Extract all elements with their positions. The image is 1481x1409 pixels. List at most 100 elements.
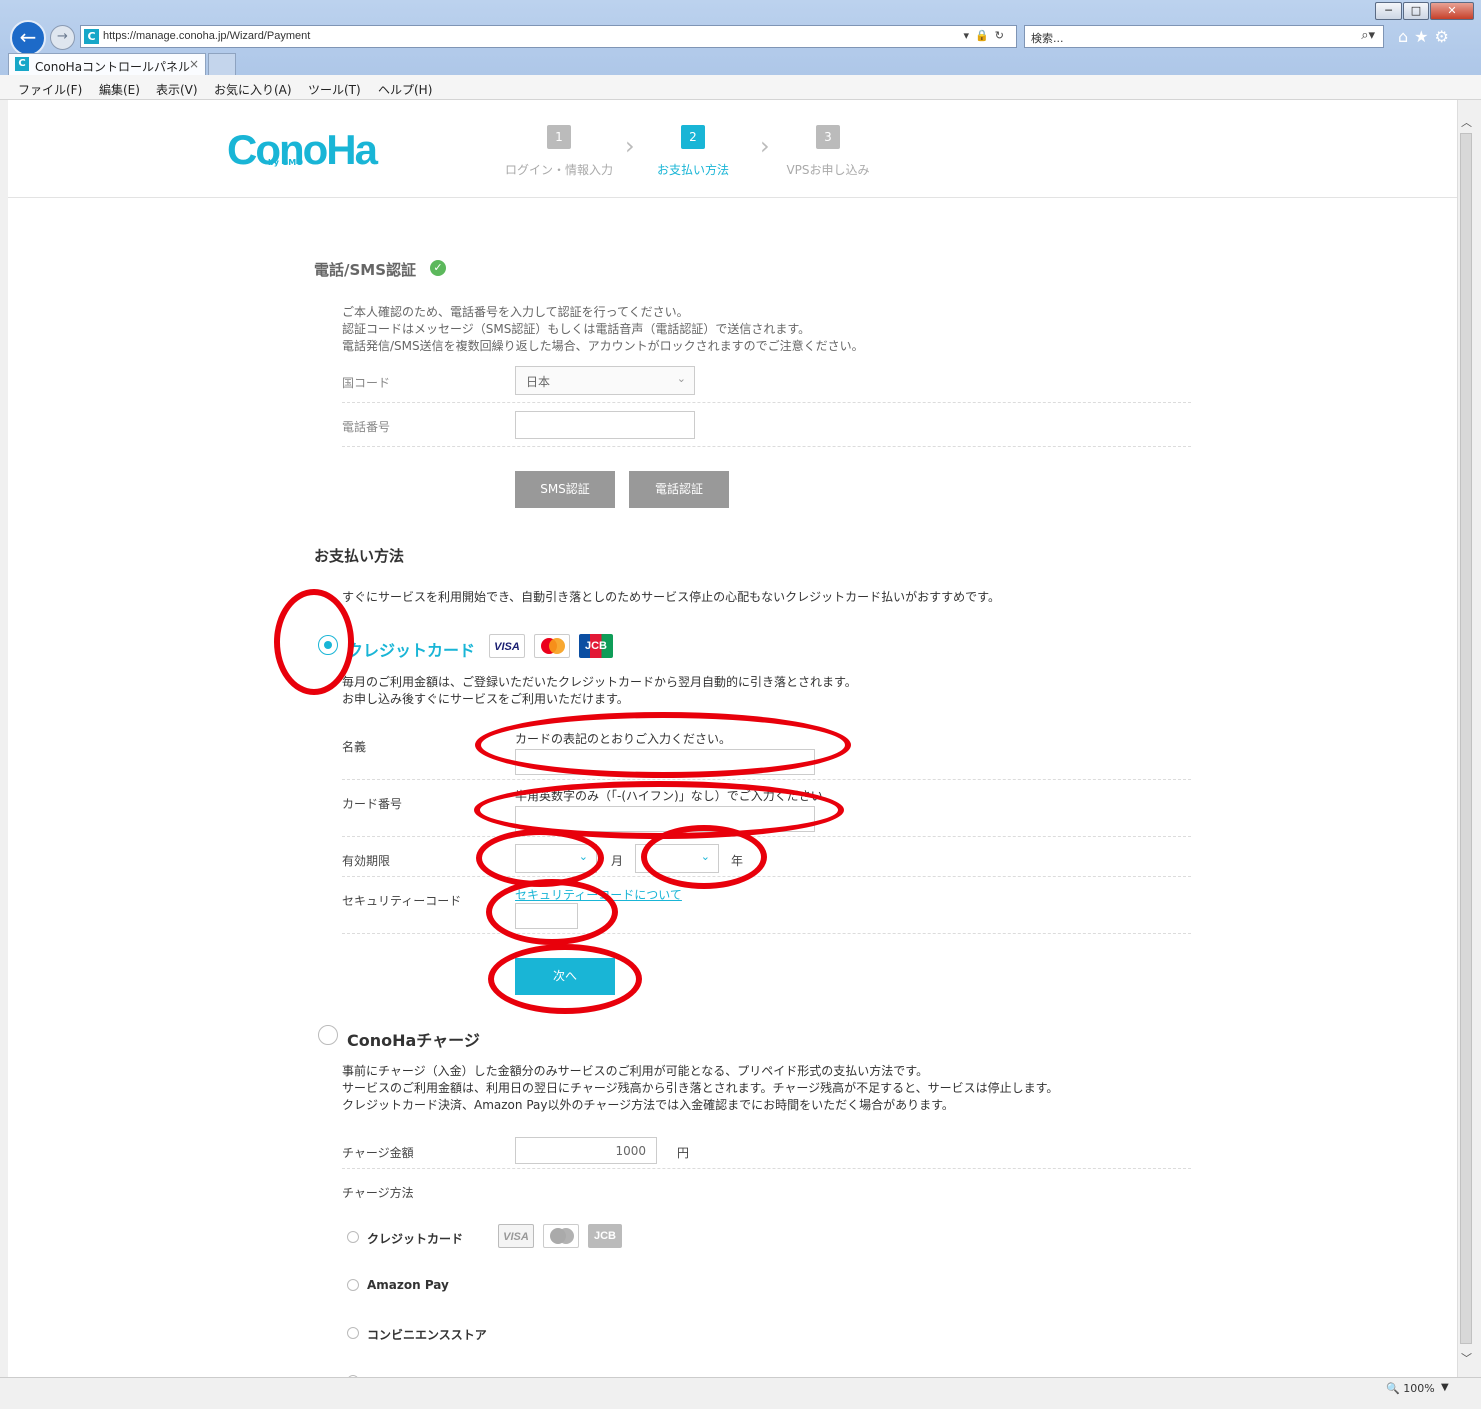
- step-2-label: お支払い方法: [656, 163, 729, 177]
- arrow-right-icon: →: [57, 29, 68, 44]
- month-unit: 月: [611, 854, 624, 868]
- annotation-ring: [476, 829, 604, 887]
- menu-edit[interactable]: 編集(E): [99, 81, 140, 98]
- minimize-button[interactable]: ─: [1375, 2, 1402, 20]
- step-3-label: VPSお申し込み: [786, 163, 870, 177]
- step-3-number: 3: [816, 125, 840, 149]
- visa-icon: VISA: [489, 634, 525, 658]
- logo-sub: by GMO: [268, 158, 304, 167]
- step-1-label: ログイン・情報入力: [504, 163, 613, 177]
- search-box[interactable]: 検索... ⌕▾: [1024, 25, 1384, 48]
- phone-auth-desc-3: 電話発信/SMS送信を複数回繰り返した場合、アカウントがロックされますのでご注意…: [342, 339, 864, 353]
- annotation-ring: [486, 879, 618, 945]
- annotation-ring: [475, 712, 851, 778]
- dropdown-icon[interactable]: ▾: [964, 29, 976, 42]
- scroll-down-icon[interactable]: ﹀: [1461, 1350, 1472, 1366]
- credit-desc-2: お申し込み後すぐにサービスをご利用いただけます。: [342, 692, 629, 706]
- mastercard-icon: [543, 1224, 579, 1248]
- url-text[interactable]: https://manage.conoha.jp/Wizard/Payment: [103, 30, 310, 42]
- gear-icon[interactable]: ⚙: [1435, 27, 1455, 46]
- charge-method-credit-label[interactable]: クレジットカード: [367, 1230, 463, 1247]
- forward-button[interactable]: →: [50, 25, 75, 50]
- zoom-icon: 🔍: [1386, 1382, 1400, 1395]
- phone-number-input[interactable]: [515, 411, 695, 439]
- country-code-select[interactable]: 日本 ⌄: [515, 366, 695, 395]
- arrow-left-icon: ←: [19, 25, 37, 49]
- search-input[interactable]: 検索...: [1031, 30, 1064, 46]
- divider: [342, 1168, 1191, 1169]
- vertical-scrollbar[interactable]: ︿ ﹀: [1457, 100, 1474, 1377]
- step-2-number: 2: [681, 125, 705, 149]
- charge-method-amazon-label[interactable]: Amazon Pay: [367, 1278, 449, 1292]
- charge-amount-value: 1000: [615, 1144, 646, 1158]
- zoom-value: 100%: [1403, 1382, 1435, 1395]
- back-button[interactable]: ←: [10, 20, 46, 56]
- address-bar-icons[interactable]: ▾🔒↻: [964, 29, 1010, 42]
- menu-tools[interactable]: ツール(T): [308, 81, 361, 98]
- charge-method-convenience-radio[interactable]: [347, 1327, 359, 1339]
- page-viewport: ConoHa by GMO 1 ログイン・情報入力 › 2 お支払い方法 › 3…: [8, 100, 1457, 1377]
- country-code-value: 日本: [526, 375, 551, 389]
- divider: [342, 446, 1191, 447]
- country-code-label: 国コード: [342, 376, 391, 390]
- maximize-button[interactable]: □: [1403, 2, 1429, 20]
- card-number-label: カード番号: [342, 797, 403, 811]
- charge-desc-2: サービスのご利用金額は、利用日の翌日にチャージ残高から引き落とされます。チャージ…: [342, 1081, 1059, 1095]
- annotation-ring: [488, 944, 642, 1014]
- close-window-button[interactable]: ✕: [1430, 2, 1474, 20]
- zoom-level[interactable]: 🔍 100%: [1386, 1382, 1435, 1395]
- charge-amount-input[interactable]: 1000: [515, 1137, 657, 1164]
- conoha-charge-title[interactable]: ConoHaチャージ: [347, 1027, 480, 1051]
- call-auth-button[interactable]: 電話認証: [629, 471, 729, 508]
- lock-icon[interactable]: 🔒: [975, 29, 995, 42]
- jcb-icon: JCB: [588, 1224, 622, 1248]
- yen-unit: 円: [677, 1146, 690, 1160]
- credit-card-title[interactable]: クレジットカード: [347, 637, 475, 661]
- new-tab-button[interactable]: [208, 53, 236, 75]
- expiry-label: 有効期限: [342, 854, 391, 868]
- charge-method-label: チャージ方法: [342, 1186, 414, 1200]
- phone-auth-desc-1: ご本人確認のため、電話番号を入力して認証を行ってください。: [342, 305, 689, 319]
- annotation-ring: [641, 825, 767, 889]
- toolbar-icons: ⌂★⚙: [1398, 27, 1455, 46]
- star-icon[interactable]: ★: [1414, 27, 1434, 46]
- sms-auth-button[interactable]: SMS認証: [515, 471, 615, 508]
- zoom-dropdown-icon[interactable]: ▼: [1441, 1382, 1449, 1393]
- status-bar: 🔍 100% ▼: [0, 1377, 1481, 1409]
- scroll-up-icon[interactable]: ︿: [1461, 114, 1472, 130]
- divider: [342, 933, 1191, 934]
- phone-auth-title: 電話/SMS認証: [314, 261, 417, 279]
- chevron-down-icon: ⌄: [676, 372, 686, 385]
- menu-view[interactable]: 表示(V): [156, 81, 198, 98]
- charge-method-convenience-label[interactable]: コンビニエンスストア: [367, 1326, 487, 1343]
- divider: [342, 779, 1191, 780]
- visa-icon: VISA: [498, 1224, 534, 1248]
- credit-desc-1: 毎月のご利用金額は、ご登録いただいたクレジットカードから翌月自動的に引き落とされ…: [342, 675, 857, 689]
- divider: [342, 876, 1191, 877]
- charge-method-credit-radio[interactable]: [347, 1231, 359, 1243]
- charge-desc-3: クレジットカード決済、Amazon Pay以外のチャージ方法では入金確認までにお…: [342, 1098, 954, 1112]
- tab-close-icon[interactable]: ×: [189, 57, 199, 71]
- site-favicon-icon: C: [84, 29, 99, 44]
- conoha-charge-radio[interactable]: [318, 1025, 338, 1045]
- menu-help[interactable]: ヘルプ(H): [378, 81, 432, 98]
- chevron-right-icon: ›: [625, 132, 635, 160]
- charge-method-amazon-radio[interactable]: [347, 1279, 359, 1291]
- tab-active[interactable]: C ConoHaコントロールパネル ×: [8, 53, 206, 75]
- divider: [342, 402, 1191, 403]
- scrollbar-thumb[interactable]: [1460, 133, 1472, 1344]
- browser-chrome: ─ □ ✕ ← → C https://manage.conoha.jp/Wiz…: [0, 0, 1481, 100]
- phone-number-label: 電話番号: [342, 420, 391, 434]
- payment-intro: すぐにサービスを利用開始でき、自動引き落としのためサービス停止の心配もないクレジ…: [342, 590, 1000, 604]
- search-icon[interactable]: ⌕▾: [1361, 28, 1375, 43]
- address-bar[interactable]: C https://manage.conoha.jp/Wizard/Paymen…: [80, 25, 1017, 48]
- check-circle-icon: ✓: [430, 260, 446, 276]
- card-name-label: 名義: [342, 740, 367, 754]
- refresh-icon[interactable]: ↻: [995, 29, 1010, 42]
- menu-file[interactable]: ファイル(F): [18, 81, 82, 98]
- divider: [342, 836, 1191, 837]
- home-icon[interactable]: ⌂: [1398, 27, 1414, 46]
- charge-desc-1: 事前にチャージ（入金）した金額分のみサービスのご利用が可能となる、プリペイド形式…: [342, 1064, 929, 1078]
- menu-favorites[interactable]: お気に入り(A): [214, 81, 292, 98]
- menu-bar: ファイル(F) 編集(E) 表示(V) お気に入り(A) ツール(T) ヘルプ(…: [0, 75, 1481, 100]
